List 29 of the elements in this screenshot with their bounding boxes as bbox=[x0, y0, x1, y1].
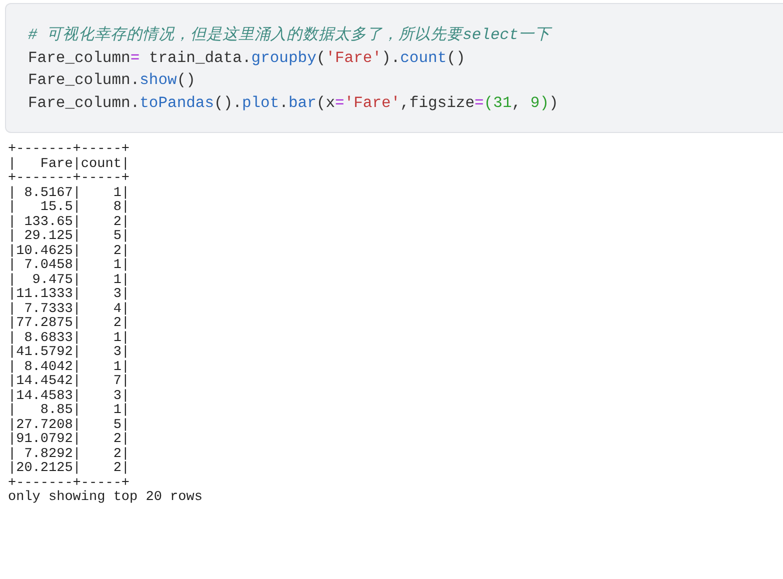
code-comment: # 可视化幸存的情况，但是这里涌入的数据太多了，所以先要select一下 bbox=[28, 25, 554, 46]
output-line: |20.2125| 2| bbox=[8, 462, 130, 476]
output-line: | 9.475| 1| bbox=[8, 274, 130, 288]
output-line: | 8.85| 1| bbox=[8, 404, 130, 418]
output-line: |11.1333| 3| bbox=[8, 288, 130, 302]
output-line: +-------+-----+ bbox=[8, 172, 130, 186]
output-line: | 7.8292| 2| bbox=[8, 448, 130, 462]
output-line: |14.4542| 7| bbox=[8, 375, 130, 389]
output-line: | 133.65| 2| bbox=[8, 216, 130, 230]
output-line: only showing top 20 rows bbox=[8, 491, 202, 506]
output-line: | 8.6833| 1| bbox=[8, 332, 130, 346]
output-line: |91.0792| 2| bbox=[8, 433, 130, 447]
output-line: +-------+-----+ bbox=[8, 143, 130, 157]
output-line: | 8.5167| 1| bbox=[8, 186, 130, 200]
output-line: | 7.7333| 4| bbox=[8, 302, 130, 316]
output-line: |14.4583| 3| bbox=[8, 390, 130, 404]
output-line: +-------+-----+ bbox=[8, 476, 130, 490]
code-line: Fare_column.toPandas().plot.bar(x='Fare',figsize=(31, 9)) bbox=[28, 92, 560, 114]
output-line: |27.7208| 5| bbox=[8, 418, 130, 432]
output-line: | 15.5| 8| bbox=[8, 201, 130, 215]
code-line: Fare_column= train_data.groupby('Fare').count() bbox=[28, 48, 466, 68]
code-line: Fare_column.show() bbox=[28, 70, 196, 91]
output-line: |41.5792| 3| bbox=[8, 346, 130, 360]
output-line: | 29.125| 5| bbox=[8, 230, 130, 244]
output-line: |10.4625| 2| bbox=[8, 244, 130, 258]
output-line: |77.2875| 2| bbox=[8, 317, 130, 331]
output-line: | 7.0458| 1| bbox=[8, 259, 130, 273]
output-line: | Fare|count| bbox=[8, 158, 130, 172]
output-line: | 8.4042| 1| bbox=[8, 360, 130, 374]
